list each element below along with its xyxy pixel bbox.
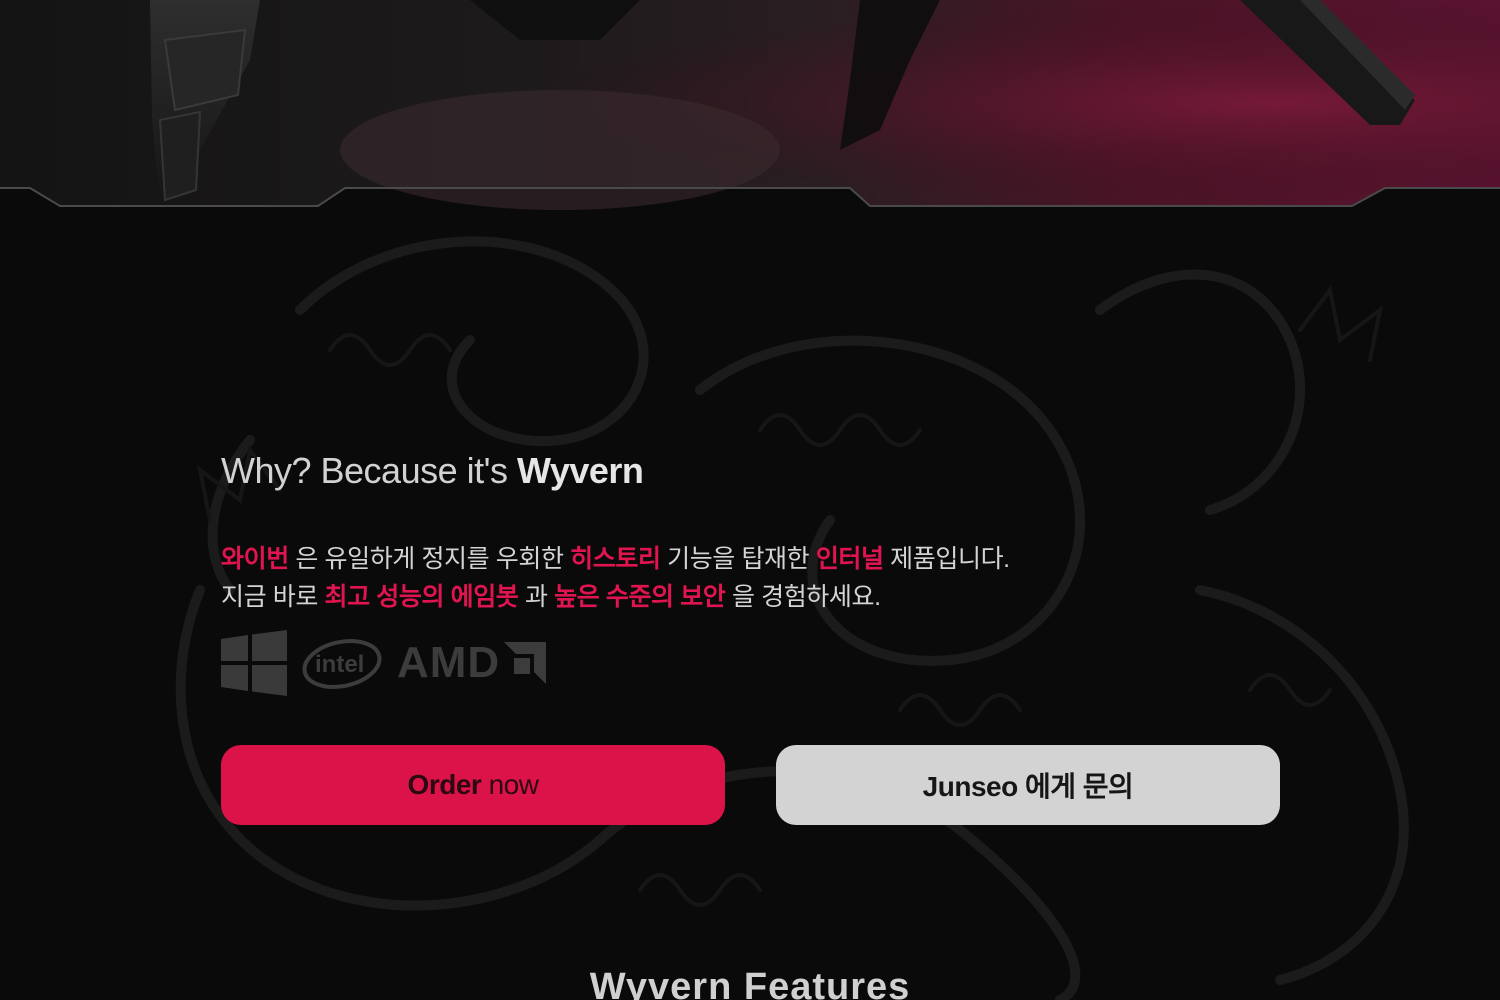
- contact-junseo-button[interactable]: Junseo 에게 문의: [776, 745, 1280, 825]
- intel-logo-icon: intel: [302, 639, 382, 689]
- features-section-title: Wyvern Features: [589, 966, 911, 1000]
- description-text: 을 경험하세요.: [725, 583, 881, 611]
- intel-logo-text: intel: [315, 651, 364, 678]
- why-heading-prefix: Why? Because it's: [221, 450, 517, 491]
- description-text: 과: [518, 583, 555, 611]
- amd-logo-text: AMD: [397, 638, 501, 687]
- description-text: 제품입니다.: [883, 545, 1010, 573]
- description-text: 기능을 탑재한: [660, 545, 816, 573]
- description-line-2: 지금 바로 최고 성능의 에임봇 과 높은 수준의 보안 을 경험하세요.: [221, 583, 881, 611]
- contact-button-label: Junseo 에게 문의: [922, 771, 1134, 802]
- order-now-button[interactable]: Order now: [221, 745, 725, 825]
- description-text: 은 유일하게 정지를 우회한: [288, 545, 571, 573]
- highlight-text: 높은 수준의 보안: [554, 583, 726, 611]
- highlight-text: 최고 성능의 에임봇: [324, 583, 519, 611]
- why-heading: Why? Because it's Wyvern: [221, 450, 644, 492]
- why-heading-brand: Wyvern: [517, 450, 644, 491]
- platform-logos: intel AMD: [221, 630, 547, 696]
- hero-image: [0, 0, 1500, 210]
- highlight-text: 와이번: [221, 545, 289, 573]
- amd-arrow-icon: [504, 642, 547, 684]
- hero-banner: [0, 0, 1500, 210]
- order-button-label-light: now: [481, 769, 539, 800]
- order-button-label-bold: Order: [407, 769, 482, 800]
- product-description: 와이번 은 유일하게 정지를 우회한 히스토리 기능을 탑재한 인터널 제품입니…: [221, 540, 1010, 616]
- highlight-text: 인터널: [815, 545, 884, 573]
- page: Why? Because it's Wyvern 와이번 은 유일하게 정지를 …: [0, 0, 1500, 1000]
- description-line-1: 와이번 은 유일하게 정지를 우회한 히스토리 기능을 탑재한 인터널 제품입니…: [221, 545, 1010, 573]
- windows-logo-icon: [221, 630, 287, 696]
- description-text: 지금 바로: [221, 583, 325, 611]
- amd-logo: AMD: [397, 638, 547, 687]
- highlight-text: 히스토리: [570, 545, 661, 573]
